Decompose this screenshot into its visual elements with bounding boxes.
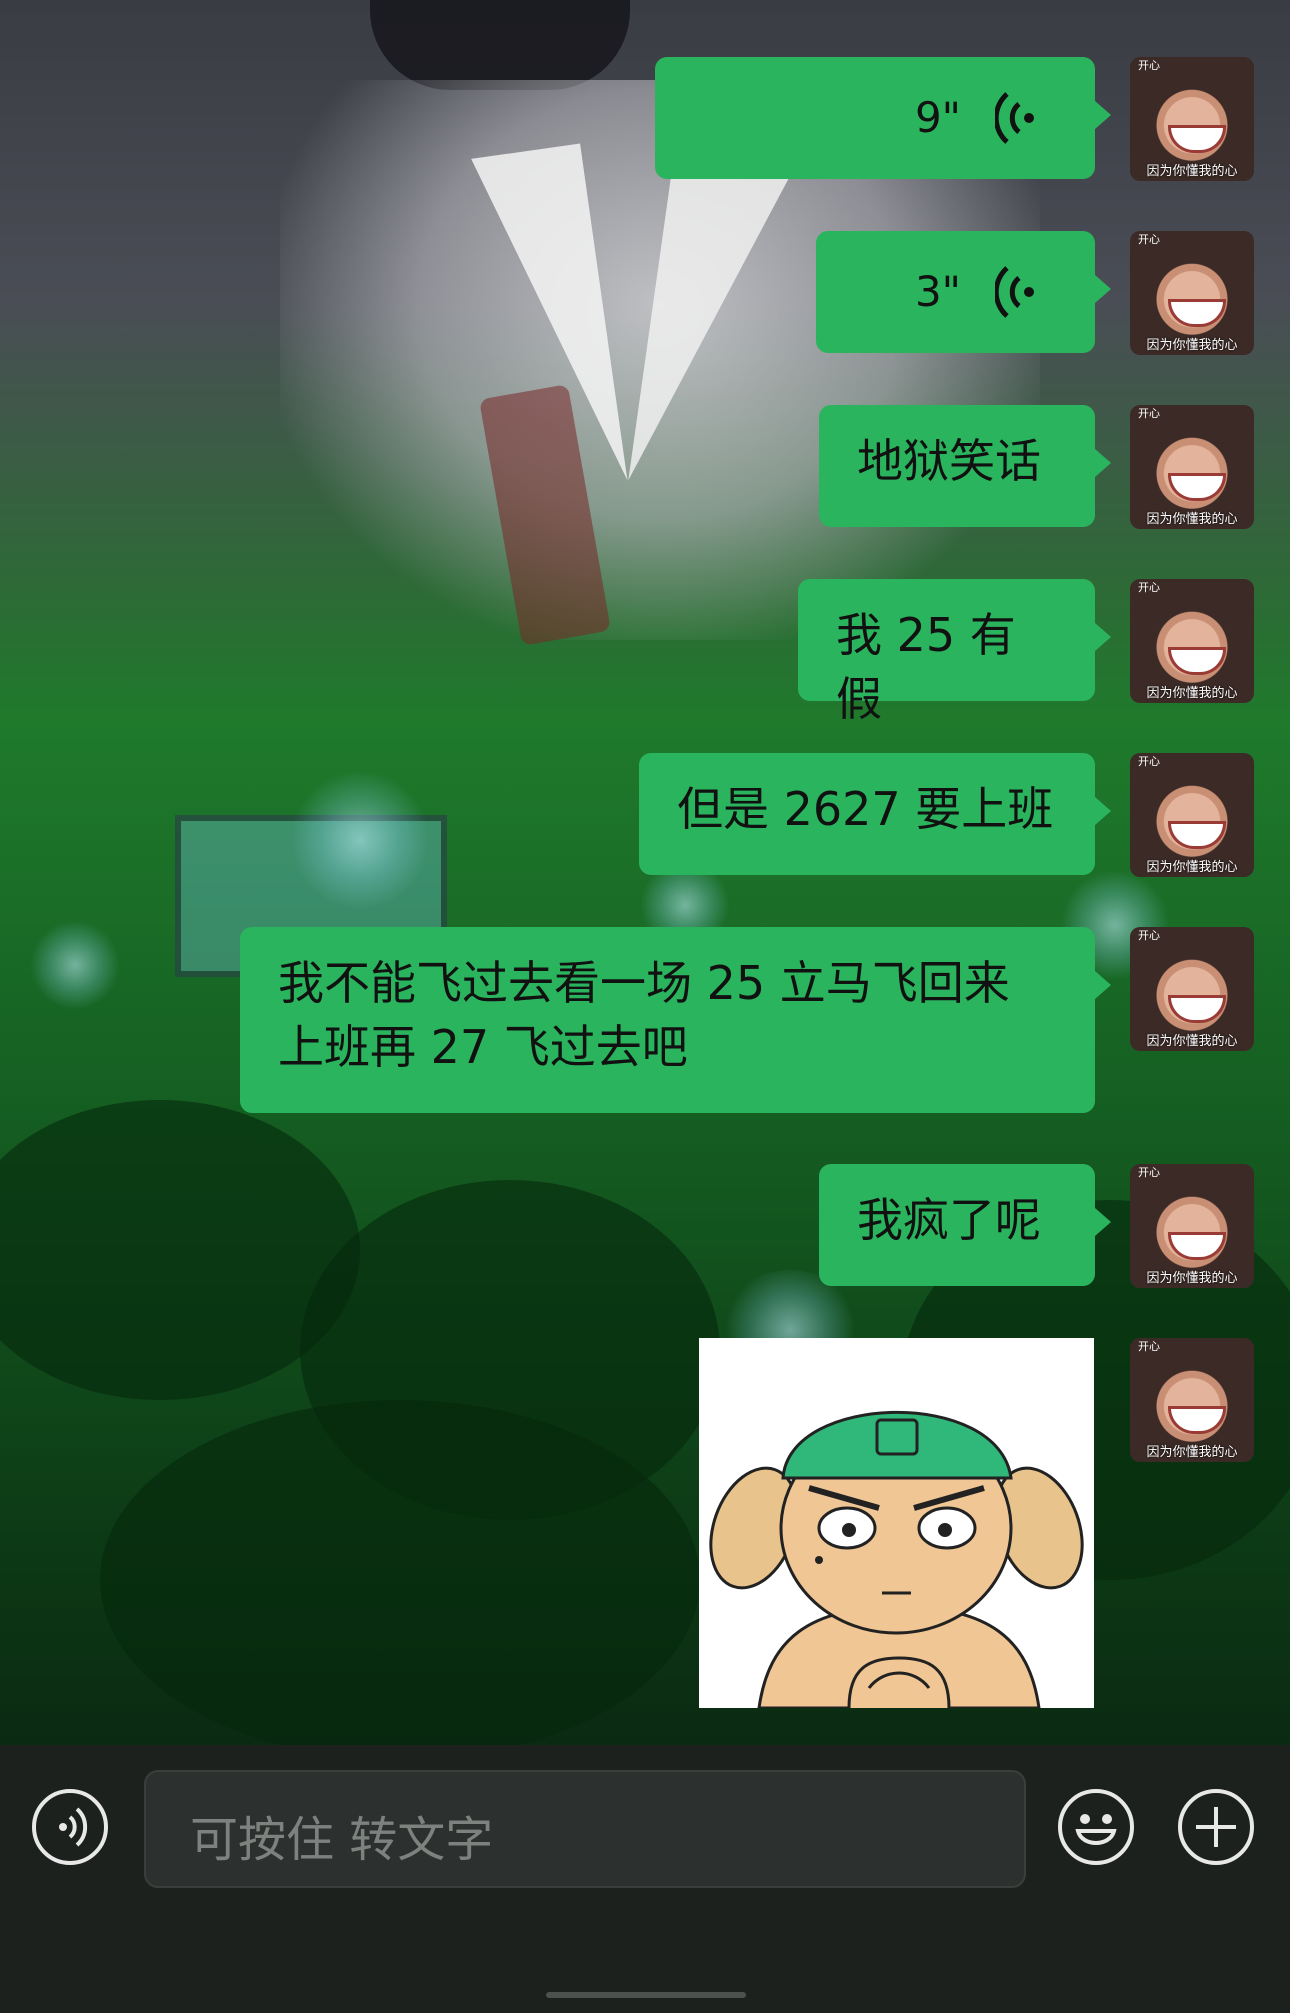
home-indicator — [546, 1992, 746, 1998]
message-text-content: 但是 2627 要上班 — [677, 782, 1054, 836]
plus-icon — [1196, 1807, 1236, 1847]
voice-input-icon — [59, 1807, 88, 1847]
avatar-caption: 因为你懂我的心 — [1146, 1445, 1238, 1460]
message-text-content: 我疯了呢 — [857, 1193, 1041, 1247]
message-text[interactable]: 我 25 有假 — [798, 579, 1111, 726]
voice-wave-icon — [995, 92, 1034, 144]
avatar-caption: 因为你懂我的心 — [1146, 686, 1238, 701]
avatar[interactable]: 开心 因为你懂我的心 — [1130, 579, 1254, 703]
avatar-top-label: 开心 — [1138, 755, 1160, 768]
avatar[interactable]: 开心 因为你懂我的心 — [1130, 57, 1254, 181]
message-voice[interactable]: 9" — [655, 57, 1111, 179]
emoji-button[interactable] — [1058, 1789, 1134, 1865]
message-input[interactable]: 可按住 转文字 — [144, 1770, 1026, 1888]
avatar-caption: 因为你懂我的心 — [1146, 1034, 1238, 1049]
cartoon-dog-sticker — [709, 1410, 1084, 1710]
avatar[interactable]: 开心 因为你懂我的心 — [1130, 1164, 1254, 1288]
avatar-top-label: 开心 — [1138, 1166, 1160, 1179]
avatar[interactable]: 开心 因为你懂我的心 — [1130, 231, 1254, 355]
voice-duration: 9" — [914, 93, 961, 142]
avatar[interactable]: 开心 因为你懂我的心 — [1130, 927, 1254, 1051]
avatar-top-label: 开心 — [1138, 233, 1160, 246]
message-text[interactable]: 我疯了呢 — [819, 1164, 1111, 1286]
avatar[interactable]: 开心 因为你懂我的心 — [1130, 405, 1254, 529]
avatar-top-label: 开心 — [1138, 59, 1160, 72]
voice-wave-icon — [995, 266, 1034, 318]
emoji-icon — [1075, 1814, 1117, 1845]
avatar[interactable]: 开心 因为你懂我的心 — [1130, 1338, 1254, 1462]
avatar-caption: 因为你懂我的心 — [1146, 1271, 1238, 1286]
avatar-caption: 因为你懂我的心 — [1146, 860, 1238, 875]
avatar[interactable]: 开心 因为你懂我的心 — [1130, 753, 1254, 877]
voice-input-button[interactable] — [32, 1789, 108, 1865]
avatar-top-label: 开心 — [1138, 407, 1160, 420]
message-text[interactable]: 我不能飞过去看一场 25 立马飞回来上班再 27 飞过去吧 — [240, 927, 1111, 1113]
avatar-caption: 因为你懂我的心 — [1146, 338, 1238, 353]
avatar-top-label: 开心 — [1138, 929, 1160, 942]
voice-duration: 3" — [914, 267, 961, 316]
message-text[interactable]: 地狱笑话 — [819, 405, 1111, 527]
avatar-top-label: 开心 — [1138, 581, 1160, 594]
message-text-content: 地狱笑话 — [857, 434, 1041, 488]
sticker-message[interactable] — [699, 1338, 1094, 1710]
message-voice[interactable]: 3" — [816, 231, 1111, 353]
message-input-placeholder: 可按住 转文字 — [190, 1812, 494, 1868]
message-text[interactable]: 但是 2627 要上班 — [639, 753, 1111, 875]
more-actions-button[interactable] — [1178, 1789, 1254, 1865]
avatar-caption: 因为你懂我的心 — [1146, 164, 1238, 179]
avatar-caption: 因为你懂我的心 — [1146, 512, 1238, 527]
message-text-content: 我不能飞过去看一场 25 立马飞回来上班再 27 飞过去吧 — [278, 956, 1010, 1074]
avatar-top-label: 开心 — [1138, 1340, 1160, 1353]
